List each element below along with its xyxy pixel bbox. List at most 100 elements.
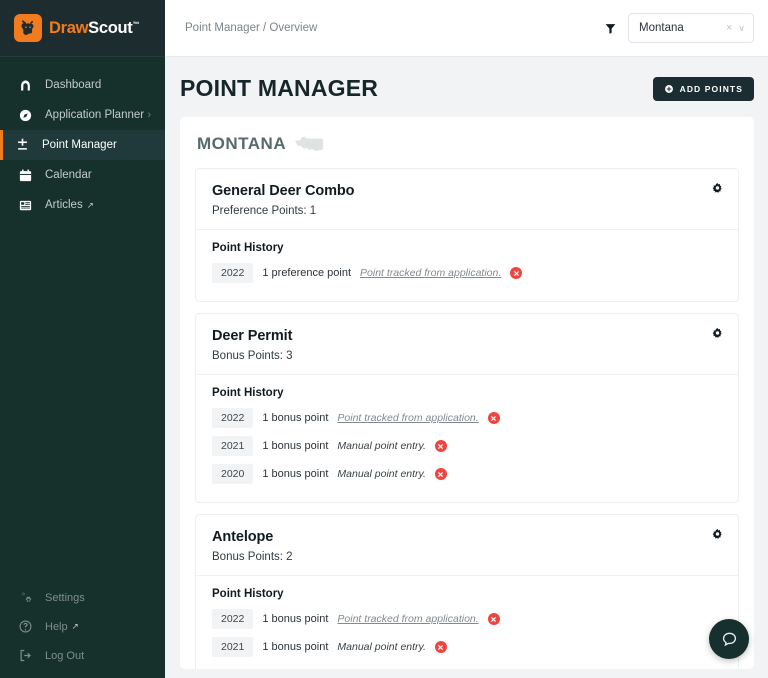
card-title: Antelope [212,529,274,545]
history-amount: 1 bonus point [262,613,329,625]
external-link-icon: ↗ [71,621,79,631]
delete-circle-icon[interactable] [487,613,500,625]
clear-selection-icon[interactable]: × [726,22,732,34]
sidebar-footer-nav: Settings Help ↗ Log Out [0,583,165,678]
card-divider [196,229,738,230]
top-bar: Point Manager / Overview Montana × ∨ [165,0,768,57]
point-history-title: Point History [212,588,284,600]
chat-bubble-icon [720,630,739,649]
add-points-button[interactable]: ADD POINTS [652,76,754,101]
sidebar: DrawScout™ Dashboard Application Planner… [0,0,165,678]
point-history-row: 2022 1 bonus point Point tracked from ap… [212,606,722,632]
point-history-row: 2022 1 bonus point Point tracked from ap… [212,405,722,431]
sidebar-item-label: Log Out [45,649,85,662]
state-select[interactable]: Montana × ∨ [628,13,754,43]
card-points-summary: Bonus Points: 2 [212,551,293,563]
add-points-label: ADD POINTS [679,83,743,94]
history-year: 2022 [212,408,254,428]
sidebar-item-settings[interactable]: Settings [0,583,165,612]
card-points-summary: Preference Points: 1 [212,205,317,217]
brand-name-part1: Draw [49,18,89,37]
sidebar-item-label: Settings [45,591,85,604]
history-note: Manual point entry. [337,468,426,480]
gear-icon[interactable] [711,528,724,541]
history-amount: 1 bonus point [262,440,329,452]
delete-circle-icon[interactable] [510,267,523,279]
state-heading-row: MONTANA [195,134,739,154]
chat-widget-button[interactable] [709,619,749,659]
sidebar-item-label: Point Manager [42,139,117,151]
history-year: 2022 [212,263,254,283]
point-card: Deer Permit Bonus Points: 3 Point Histor… [195,313,739,503]
circle-plus-icon [664,84,674,94]
logout-icon [17,647,34,664]
sidebar-nav: Dashboard Application Planner › Point Ma… [0,57,165,220]
point-history-row: 2022 1 preference point Point tracked fr… [212,260,722,286]
sidebar-item-label: Dashboard [45,79,102,91]
history-amount: 1 bonus point [262,641,329,653]
sidebar-item-label: Application Planner [45,109,145,121]
question-circle-icon [17,618,34,635]
card-title: General Deer Combo [212,183,355,199]
montana-state-shape-icon [294,136,324,153]
sidebar-item-dashboard[interactable]: Dashboard [0,70,165,100]
gear-icon[interactable] [711,327,724,340]
sidebar-item-articles[interactable]: Articles ↗ [0,190,165,220]
history-amount: 1 bonus point [262,468,329,480]
history-year: 2021 [212,637,254,657]
history-note[interactable]: Point tracked from application. [360,267,501,279]
sidebar-item-label: Articles [45,199,83,211]
book-icon [17,197,34,214]
card-divider [196,374,738,375]
point-history-row: 2021 1 bonus point Manual point entry. [212,433,722,459]
sidebar-item-label: Help [45,620,68,633]
history-note[interactable]: Point tracked from application. [337,613,478,625]
history-note[interactable]: Point tracked from application. [337,412,478,424]
brand-logo[interactable]: DrawScout™ [0,0,165,57]
elk-head-icon [14,14,42,42]
sidebar-item-calendar[interactable]: Calendar [0,160,165,190]
sidebar-item-point-manager[interactable]: Point Manager [0,130,165,160]
home-icon [17,77,34,94]
points-card-list: General Deer Combo Preference Points: 1 … [195,168,739,669]
card-divider [196,575,738,576]
brand-name-part2: Scout [88,18,133,37]
delete-circle-icon[interactable] [434,468,447,480]
sidebar-item-application-planner[interactable]: Application Planner › [0,100,165,130]
history-year: 2020 [212,464,254,484]
brand-wordmark: DrawScout™ [49,19,139,38]
delete-circle-icon[interactable] [434,641,447,653]
delete-circle-icon[interactable] [487,412,500,424]
calendar-icon [17,167,34,184]
main-content: Point Manager / Overview Montana × ∨ POI… [165,0,768,678]
breadcrumb: Point Manager / Overview [185,22,318,34]
history-note: Manual point entry. [337,641,426,653]
chevron-right-icon: › [147,109,151,121]
history-amount: 1 preference point [262,267,352,279]
point-history-row: 2021 1 bonus point Manual point entry. [212,634,722,660]
chevron-down-icon[interactable]: ∨ [738,23,745,34]
filter-funnel-icon[interactable] [604,22,617,35]
state-heading: MONTANA [197,134,287,153]
compass-icon [17,107,34,124]
state-select-value: Montana [639,22,684,34]
gears-icon [17,589,34,606]
history-note: Manual point entry. [337,440,426,452]
gear-icon[interactable] [711,182,724,195]
sidebar-item-log-out[interactable]: Log Out [0,641,165,670]
page-header: POINT MANAGER ADD POINTS [165,57,768,102]
delete-circle-icon[interactable] [434,440,447,452]
points-panel: MONTANA General Deer Combo Preference Po… [180,117,754,669]
point-history-row: 2020 1 bonus point Manual point entry. [212,461,722,487]
plus-minus-icon [14,137,31,154]
sidebar-item-help[interactable]: Help ↗ [0,612,165,641]
card-points-summary: Bonus Points: 3 [212,350,293,362]
history-year: 2021 [212,436,254,456]
history-year: 2022 [212,609,254,629]
point-history-title: Point History [212,242,284,254]
external-link-icon: ↗ [86,199,94,210]
sidebar-item-label: Calendar [45,169,92,181]
app-root: DrawScout™ Dashboard Application Planner… [0,0,768,678]
history-amount: 1 bonus point [262,412,329,424]
point-history-title: Point History [212,387,284,399]
